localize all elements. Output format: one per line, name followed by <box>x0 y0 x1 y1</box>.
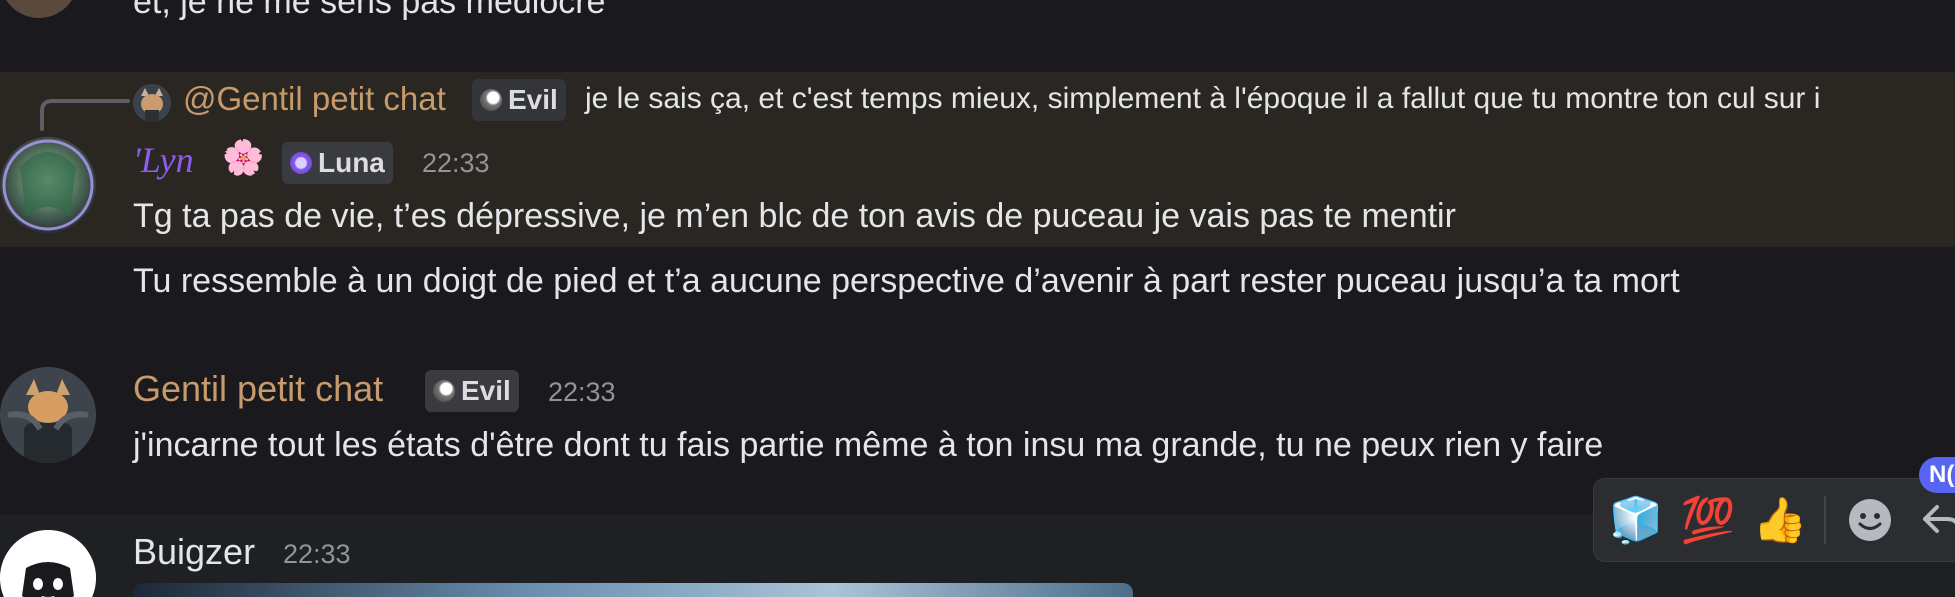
luna-role-icon <box>290 152 312 174</box>
lyn-avatar-icon <box>0 137 96 233</box>
avatar-gentil-petit-chat[interactable] <box>0 367 96 463</box>
timestamp-gentil-petit-chat[interactable]: 22:33 <box>548 377 616 408</box>
avatar-lyn[interactable] <box>0 137 96 233</box>
message-text-previous: et, je ne me sens pas médiocre <box>133 0 606 21</box>
flower-emoji: 🌸 <box>222 139 265 177</box>
lyn-role-label: Luna <box>318 147 385 178</box>
action-bar-divider <box>1824 496 1826 544</box>
avatar-previous[interactable] <box>0 0 78 18</box>
evil-role-icon <box>480 89 502 111</box>
lyn-role-tag[interactable]: Luna <box>282 142 393 184</box>
chat-viewport: et, je ne me sens pas médiocre @Gentil p… <box>0 0 1955 597</box>
embedded-image[interactable] <box>133 583 1133 597</box>
reply-connector <box>40 99 130 131</box>
cat-avatar-icon <box>133 84 171 122</box>
message-action-bar: 🧊 💯 👍 <box>1593 478 1955 562</box>
reply-avatar[interactable] <box>133 84 171 122</box>
smiley-icon <box>1849 499 1891 541</box>
cat-warrior-avatar-icon <box>0 367 96 463</box>
ice-cube-reaction[interactable]: 🧊 <box>1608 492 1664 548</box>
new-badge: N( <box>1919 457 1955 493</box>
timestamp-lyn[interactable]: 22:33 <box>422 148 490 179</box>
add-reaction-button[interactable] <box>1842 492 1898 548</box>
hundred-points-reaction[interactable]: 💯 <box>1680 492 1736 548</box>
reply-mention[interactable]: @Gentil petit chat <box>183 80 446 118</box>
reply-role-label: Evil <box>508 84 558 115</box>
evil-role-icon-2 <box>433 380 455 402</box>
reply-arrow-icon <box>1923 505 1955 533</box>
reply-preview-text: je le sais ça, et c'est temps mieux, sim… <box>585 82 1821 115</box>
username-buigzer[interactable]: Buigzer <box>133 531 255 573</box>
username-gentil-petit-chat[interactable]: Gentil petit chat <box>133 368 383 410</box>
thumbs-up-reaction[interactable]: 👍 <box>1752 492 1808 548</box>
username-lyn[interactable]: 'Lyn <box>133 139 194 181</box>
message-text-lyn-2: Tu ressemble à un doigt de pied et t’a a… <box>133 262 1680 300</box>
chat-role-tag[interactable]: Evil <box>425 370 519 412</box>
reply-button[interactable] <box>1914 492 1955 548</box>
timestamp-buigzer[interactable]: 22:33 <box>283 539 351 570</box>
chat-role-label: Evil <box>461 375 511 406</box>
message-text-lyn-1: Tg ta pas de vie, t’es dépressive, je m’… <box>133 197 1456 235</box>
message-text-gentil-petit-chat: j'incarne tout les états d'être dont tu … <box>133 426 1604 464</box>
reply-role-tag[interactable]: Evil <box>472 79 566 121</box>
